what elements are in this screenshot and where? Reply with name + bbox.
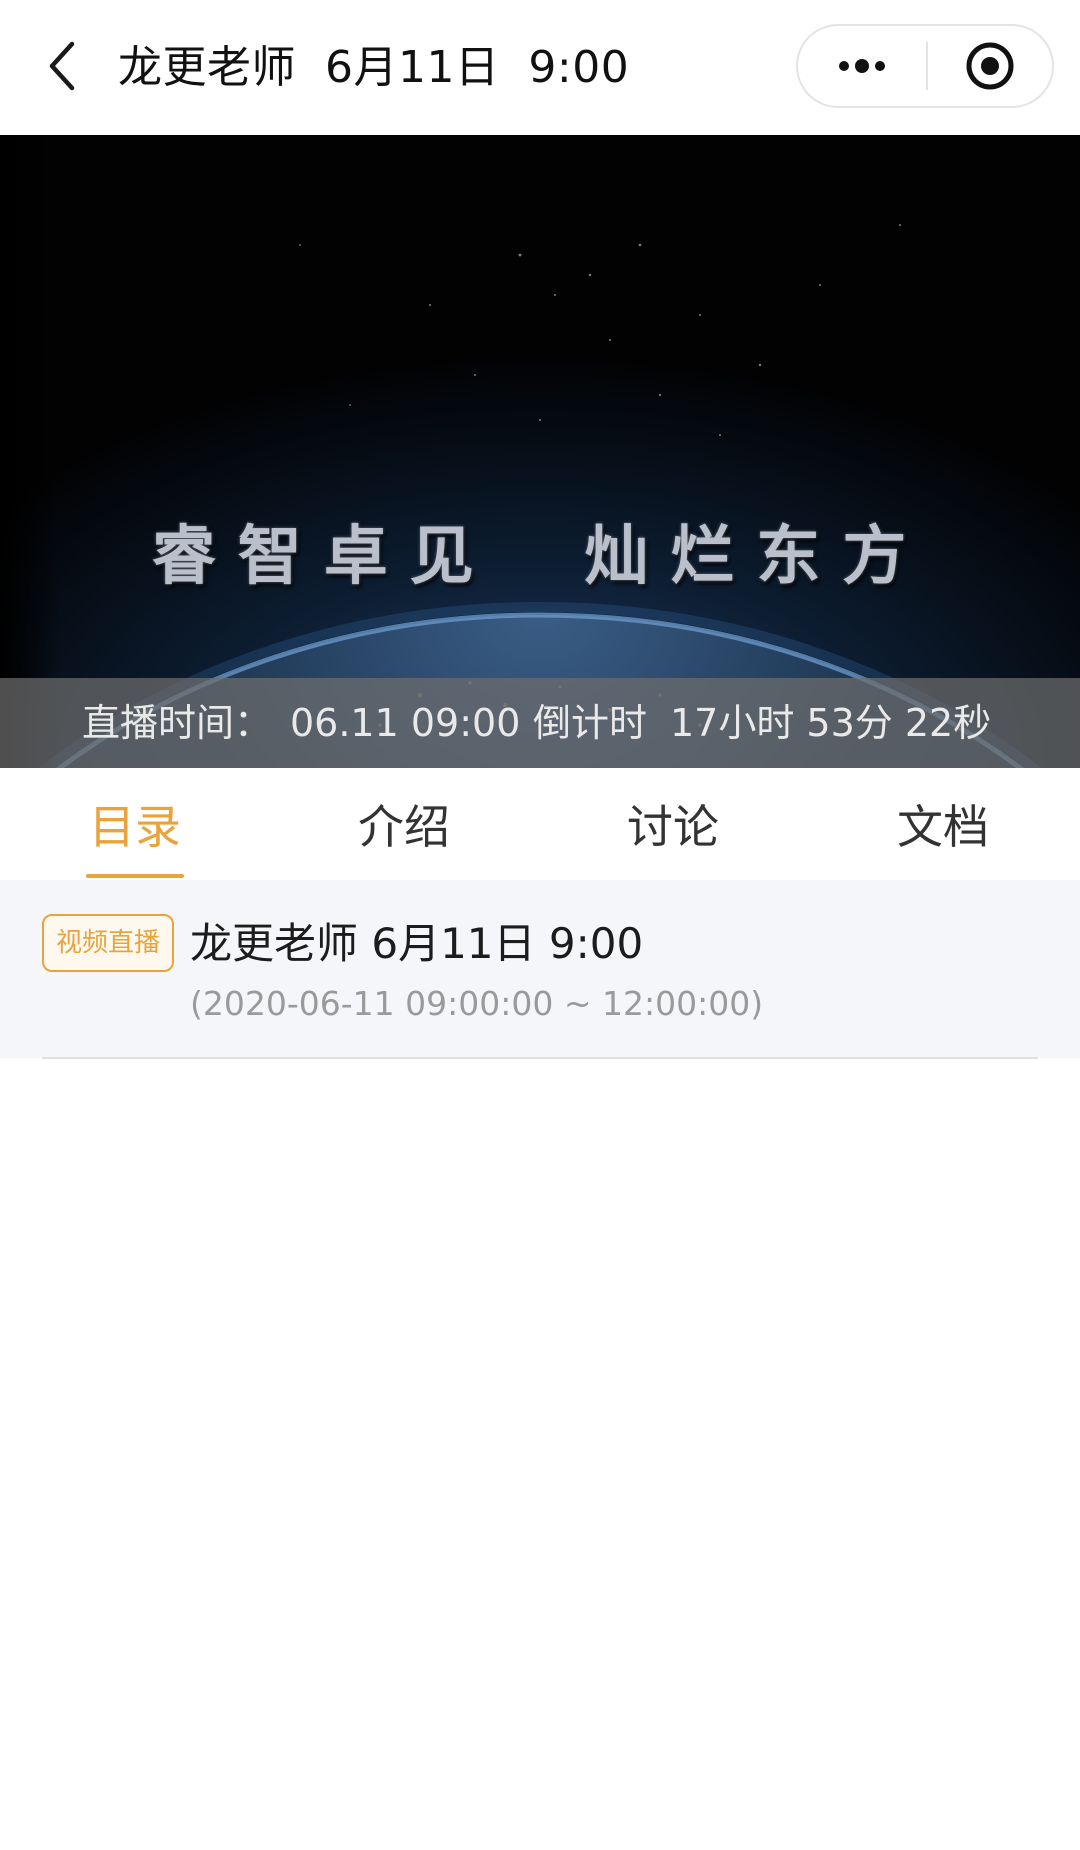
live-course-page: 龙更老师 6月11日 9:00 睿智卓见 灿烂东方 直播时间： 06.11 09… xyxy=(0,0,1080,1850)
tab-discussion[interactable]: 讨论 xyxy=(573,768,773,880)
active-tab-indicator xyxy=(86,874,184,878)
more-dots-icon xyxy=(839,59,885,73)
list-item[interactable]: 视频直播 龙更老师 6月11日 9:00 (2020-06-11 09:00:0… xyxy=(0,880,1080,1059)
video-live-badge: 视频直播 xyxy=(42,914,174,972)
tab-catalog[interactable]: 目录 xyxy=(35,768,235,880)
tab-documents[interactable]: 文档 xyxy=(843,768,1043,880)
countdown-timer: 17小时 53分 22秒 xyxy=(670,701,992,745)
tab-bar: 目录 介绍 讨论 文档 xyxy=(0,768,1080,880)
video-player[interactable]: 睿智卓见 灿烂东方 直播时间： 06.11 09:00 倒计时 17小时 53分… xyxy=(0,135,1080,768)
more-button[interactable] xyxy=(798,26,926,106)
countdown-bar: 直播时间： 06.11 09:00 倒计时 17小时 53分 22秒 xyxy=(0,678,1080,768)
list-divider xyxy=(42,1057,1038,1059)
countdown-label: 倒计时 xyxy=(533,701,648,745)
page-title: 龙更老师 6月11日 9:00 xyxy=(118,42,630,93)
session-title: 龙更老师 6月11日 9:00 xyxy=(190,919,644,968)
top-navigation-bar: 龙更老师 6月11日 9:00 xyxy=(0,0,1080,135)
earth-background-image xyxy=(0,135,1080,768)
live-time-label: 直播时间： xyxy=(82,701,273,745)
miniprogram-close-icon xyxy=(966,42,1014,90)
catalog-list: 视频直播 龙更老师 6月11日 9:00 (2020-06-11 09:00:0… xyxy=(0,880,1080,1059)
video-slogan: 睿智卓见 灿烂东方 xyxy=(151,519,929,594)
session-time-range: (2020-06-11 09:00:00 ~ 12:00:00) xyxy=(190,984,764,1023)
tab-introduction[interactable]: 介绍 xyxy=(304,768,504,880)
miniprogram-capsule xyxy=(796,24,1054,108)
live-start-time: 06.11 09:00 xyxy=(290,701,521,745)
close-miniprogram-button[interactable] xyxy=(928,26,1052,106)
chevron-left-icon xyxy=(49,41,75,91)
back-button[interactable] xyxy=(38,38,86,94)
